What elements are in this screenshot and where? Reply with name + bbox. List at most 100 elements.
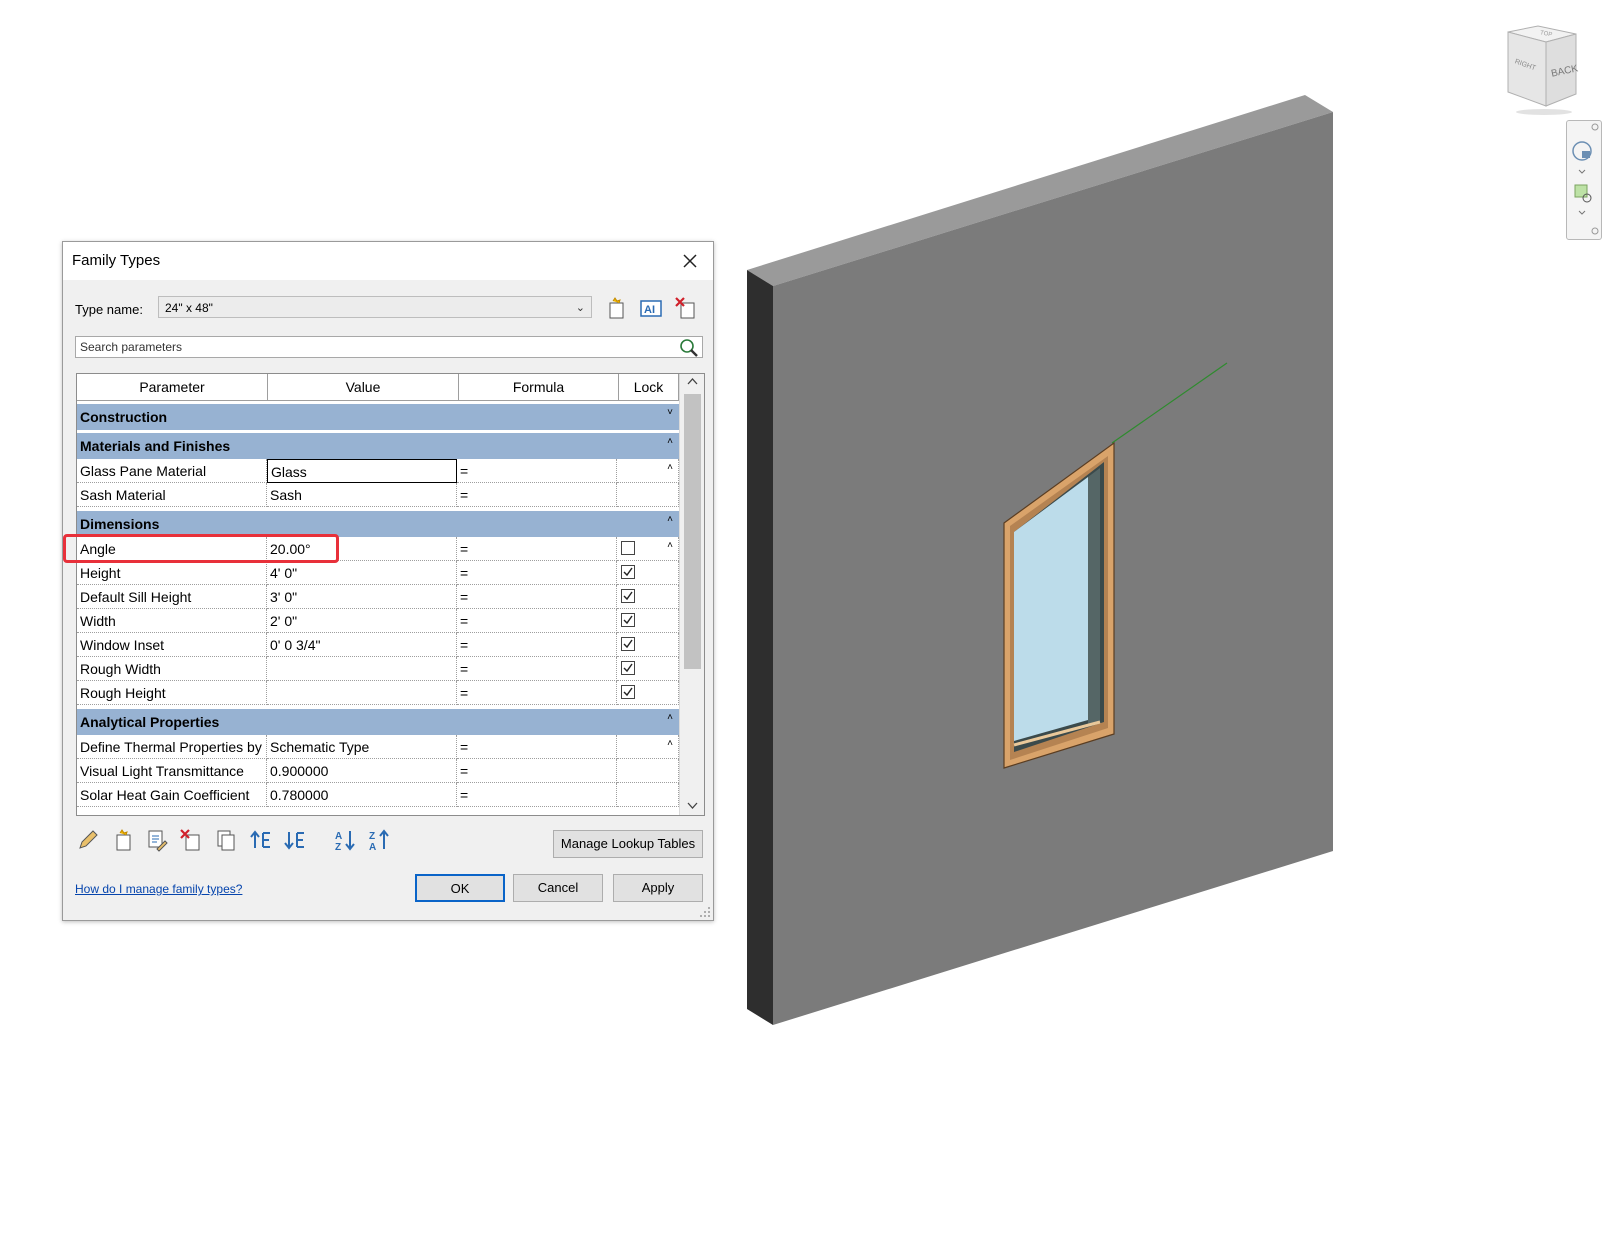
chevron-down-icon[interactable] — [680, 798, 705, 814]
vertical-scrollbar[interactable] — [679, 374, 705, 815]
lock-checkbox[interactable] — [621, 589, 635, 603]
lock-checkbox[interactable] — [621, 541, 635, 555]
table-row[interactable]: Window Inset 0' 0 3/4" = — [77, 633, 679, 657]
lock-checkbox[interactable] — [621, 637, 635, 651]
table-row[interactable]: Default Sill Height 3' 0" = — [77, 585, 679, 609]
close-icon[interactable] — [679, 250, 701, 272]
lock-checkbox[interactable] — [621, 661, 635, 675]
param-value[interactable]: 4' 0" — [267, 561, 457, 585]
param-value[interactable]: Glass — [267, 459, 457, 483]
param-formula[interactable]: = — [457, 459, 617, 483]
param-lock — [617, 459, 679, 483]
new-type-icon[interactable] — [604, 296, 628, 320]
param-formula[interactable]: = — [457, 783, 617, 807]
ok-button[interactable]: OK — [415, 874, 505, 902]
group-label: Analytical Properties — [80, 714, 220, 730]
settings-icon[interactable] — [1591, 227, 1599, 235]
param-formula[interactable]: = — [457, 633, 617, 657]
type-name-select[interactable]: 24" x 48" ⌄ — [158, 296, 592, 318]
param-lock — [617, 537, 679, 561]
column-header-lock[interactable]: Lock — [619, 374, 679, 401]
group-construction[interactable]: Construction ˅˅ — [77, 404, 679, 444]
param-formula[interactable]: = — [457, 735, 617, 759]
param-formula[interactable]: = — [457, 681, 617, 705]
cancel-button[interactable]: Cancel — [513, 874, 603, 902]
svg-text:AI: AI — [644, 304, 655, 316]
param-value[interactable] — [267, 681, 457, 705]
table-row[interactable]: Visual Light Transmittance 0.900000 = — [77, 759, 679, 783]
dialog-titlebar[interactable]: Family Types — [63, 242, 713, 280]
sort-descending-icon[interactable]: Z A — [368, 828, 392, 852]
chevron-up-icon[interactable] — [680, 374, 705, 390]
param-value[interactable] — [267, 657, 457, 681]
move-up-icon[interactable] — [249, 828, 273, 852]
steering-wheel-icon[interactable] — [1572, 141, 1592, 161]
param-lock — [617, 609, 679, 633]
group-label: Construction — [80, 409, 168, 425]
lock-checkbox[interactable] — [621, 685, 635, 699]
navigation-bar[interactable] — [1566, 120, 1602, 240]
new-parameter-icon[interactable] — [111, 828, 135, 852]
lock-checkbox[interactable] — [621, 565, 635, 579]
param-value[interactable]: 2' 0" — [267, 609, 457, 633]
group-analytical[interactable]: Analytical Properties ˄ ˄ — [77, 709, 679, 749]
table-row[interactable]: Rough Height = — [77, 681, 679, 705]
help-link[interactable]: How do I manage family types? — [75, 882, 242, 896]
column-header-parameter[interactable]: Parameter — [77, 374, 268, 401]
svg-text:Z: Z — [335, 842, 341, 852]
param-name: Rough Width — [77, 657, 267, 681]
param-formula[interactable]: = — [457, 585, 617, 609]
chevron-down-icon[interactable] — [1578, 169, 1586, 174]
param-formula[interactable]: = — [457, 759, 617, 783]
param-formula[interactable]: = — [457, 561, 617, 585]
table-row[interactable]: Define Thermal Properties by Schematic T… — [77, 735, 679, 759]
param-name: Visual Light Transmittance — [77, 759, 267, 783]
close-icon[interactable] — [1591, 123, 1599, 131]
edit-pencil-icon[interactable] — [76, 828, 100, 852]
column-header-value[interactable]: Value — [268, 374, 459, 401]
delete-parameter-icon[interactable] — [179, 828, 203, 852]
viewcube[interactable]: BACK RIGHT TOP — [1500, 20, 1596, 116]
param-value[interactable]: 0.900000 — [267, 759, 457, 783]
manage-lookup-tables-button[interactable]: Manage Lookup Tables — [553, 830, 703, 858]
param-value[interactable]: 3' 0" — [267, 585, 457, 609]
delete-type-icon[interactable] — [674, 296, 698, 320]
table-row[interactable]: Glass Pane Material Glass = — [77, 459, 679, 483]
parameters-grid[interactable]: Parameter Value Formula Lock Constructio… — [76, 373, 705, 816]
search-icon[interactable] — [679, 338, 699, 358]
sort-ascending-icon[interactable]: A Z — [334, 828, 358, 852]
lock-checkbox[interactable] — [621, 613, 635, 627]
chevron-down-icon[interactable] — [1578, 210, 1586, 215]
move-down-icon[interactable] — [283, 828, 307, 852]
table-row[interactable]: Rough Width = — [77, 657, 679, 681]
param-value[interactable]: Sash — [267, 483, 457, 507]
group-materials[interactable]: Materials and Finishes ˄ ˄ — [77, 433, 679, 473]
family-types-dialog: Family Types Type name: 24" x 48" ⌄ AI S… — [62, 241, 714, 921]
scrollbar-thumb[interactable] — [684, 394, 701, 669]
param-value[interactable]: Schematic Type — [267, 735, 457, 759]
apply-button[interactable]: Apply — [613, 874, 703, 902]
param-value[interactable]: 0.780000 — [267, 783, 457, 807]
column-header-formula[interactable]: Formula — [459, 374, 619, 401]
window-reveal — [1088, 468, 1100, 725]
group-label: Materials and Finishes — [80, 438, 231, 454]
type-name-label: Type name: — [75, 302, 143, 317]
param-formula[interactable]: = — [457, 483, 617, 507]
param-formula[interactable]: = — [457, 657, 617, 681]
param-value[interactable]: 0' 0 3/4" — [267, 633, 457, 657]
edit-parameter-icon[interactable] — [145, 828, 169, 852]
param-formula[interactable]: = — [457, 609, 617, 633]
type-name-value: 24" x 48" — [165, 301, 213, 315]
copy-parameter-icon[interactable] — [214, 828, 238, 852]
table-row[interactable]: Height 4' 0" = — [77, 561, 679, 585]
table-row[interactable]: Sash Material Sash = — [77, 483, 679, 507]
table-row[interactable]: Solar Heat Gain Coefficient 0.780000 = — [77, 783, 679, 807]
param-formula[interactable]: = — [457, 537, 617, 561]
param-lock — [617, 633, 679, 657]
resize-grip-icon[interactable] — [699, 906, 711, 918]
search-input[interactable]: Search parameters — [75, 336, 703, 358]
param-lock — [617, 681, 679, 705]
zoom-icon[interactable] — [1574, 184, 1592, 203]
table-row[interactable]: Width 2' 0" = — [77, 609, 679, 633]
rename-type-icon[interactable]: AI — [639, 296, 663, 320]
